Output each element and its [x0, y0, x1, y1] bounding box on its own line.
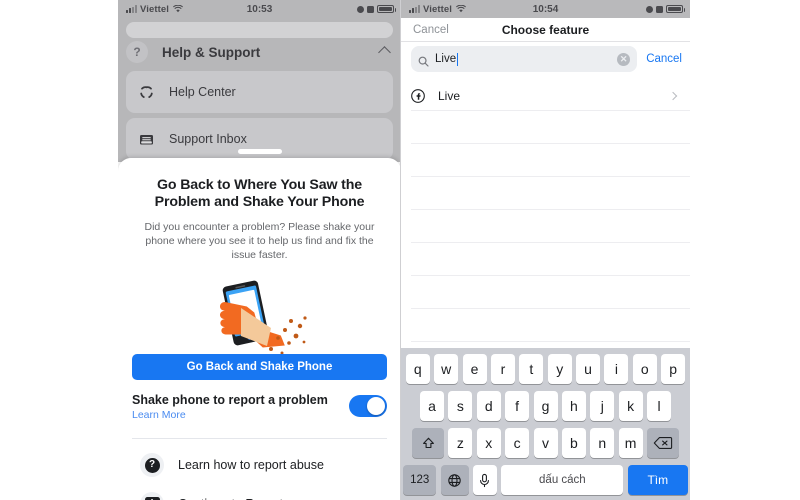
key-v[interactable]: v	[533, 428, 558, 458]
help-center-card[interactable]: Help Center	[126, 71, 393, 113]
question-mark-icon: ?	[140, 453, 164, 477]
continue-to-report-row[interactable]: ! Continue to Report	[140, 490, 387, 500]
help-and-support-label: Help & Support	[162, 44, 261, 60]
result-label: Live	[438, 89, 461, 103]
screenshot-root: Viettel 10:53 ? Help & Support Help Cent…	[0, 0, 800, 500]
battery-icon	[377, 5, 396, 13]
learn-how-to-report-abuse-label: Learn how to report abuse	[178, 458, 324, 472]
search-input[interactable]: Live ✕	[411, 46, 638, 72]
list-separator	[411, 176, 690, 177]
battery-icon	[666, 5, 685, 13]
exclamation-mark-icon: !	[140, 492, 164, 500]
key-m[interactable]: m	[618, 428, 643, 458]
search-cancel-button[interactable]: Cancel	[646, 53, 682, 65]
chevron-right-icon	[668, 91, 678, 101]
drag-handle-icon[interactable]	[237, 149, 282, 154]
list-separator	[411, 341, 690, 342]
shake-to-report-sheet: Go Back to Where You Saw the Problem and…	[118, 149, 401, 500]
key-z[interactable]: z	[448, 428, 473, 458]
key-k[interactable]: k	[618, 391, 643, 421]
numbers-key[interactable]: 123	[403, 465, 437, 495]
backspace-icon[interactable]	[647, 428, 679, 458]
inbox-icon	[138, 131, 155, 148]
globe-icon[interactable]	[440, 465, 469, 495]
key-c[interactable]: c	[505, 428, 530, 458]
list-separator	[411, 110, 690, 111]
shake-toggle-texts: Shake phone to report a problem Learn Mo…	[132, 392, 328, 421]
dimmed-background-screen: Viettel 10:53 ? Help & Support Help Cent…	[118, 0, 401, 162]
left-phone-screen: Viettel 10:53 ? Help & Support Help Cent…	[118, 0, 401, 500]
help-center-icon	[138, 84, 155, 101]
microphone-icon[interactable]	[472, 465, 497, 495]
search-icon	[418, 54, 429, 67]
key-u[interactable]: u	[576, 354, 601, 384]
result-row-live[interactable]: Live	[401, 82, 690, 110]
shake-toggle-row: Shake phone to report a problem Learn Mo…	[132, 392, 387, 430]
list-separator	[411, 209, 690, 210]
key-o[interactable]: o	[632, 354, 657, 384]
search-bar: Live ✕ Cancel	[411, 46, 682, 72]
right-phone-screen: Viettel 10:54 Cancel Choose feature Live…	[400, 0, 690, 500]
search-submit-key[interactable]: Tìm	[627, 465, 688, 495]
key-y[interactable]: y	[547, 354, 572, 384]
go-back-and-shake-phone-button[interactable]: Go Back and Shake Phone	[132, 354, 387, 380]
key-j[interactable]: j	[590, 391, 615, 421]
on-screen-keyboard: q w e r t y u i o p a s d f g h j k l z …	[401, 348, 690, 500]
key-h[interactable]: h	[561, 391, 586, 421]
key-x[interactable]: x	[476, 428, 501, 458]
key-i[interactable]: i	[604, 354, 629, 384]
key-b[interactable]: b	[561, 428, 586, 458]
sheet-subtitle: Did you encounter a problem? Please shak…	[144, 221, 375, 261]
key-d[interactable]: d	[476, 391, 501, 421]
clock-label: 10:54	[532, 3, 559, 15]
clock-label: 10:53	[246, 3, 273, 15]
cta-label: Go Back and Shake Phone	[186, 361, 333, 373]
learn-how-to-report-abuse-row[interactable]: ? Learn how to report abuse	[140, 451, 387, 479]
keyboard-row-4: 123 dấu cách Tìm	[401, 465, 690, 495]
clear-circle-icon[interactable]: ✕	[617, 52, 631, 66]
help-center-label: Help Center	[169, 85, 236, 99]
choose-feature-navbar: Cancel Choose feature	[401, 18, 690, 42]
question-mark-circle-icon: ?	[126, 41, 148, 63]
shake-toggle-label: Shake phone to report a problem	[132, 393, 328, 407]
keyboard-row-2: a s d f g h j k l	[401, 391, 690, 421]
hand-shaking-phone-illustration	[219, 280, 307, 355]
key-n[interactable]: n	[590, 428, 615, 458]
key-e[interactable]: e	[462, 354, 487, 384]
keyboard-row-3: z x c v b n m	[401, 428, 690, 458]
key-t[interactable]: t	[519, 354, 544, 384]
search-value: Live	[435, 53, 457, 65]
list-separator	[411, 143, 690, 144]
key-a[interactable]: a	[420, 391, 444, 421]
key-g[interactable]: g	[533, 391, 558, 421]
divider	[132, 438, 387, 439]
help-and-support-header[interactable]: ? Help & Support	[126, 36, 393, 68]
key-s[interactable]: s	[448, 391, 473, 421]
list-separator	[411, 275, 690, 276]
left-status-bar: Viettel 10:53	[118, 0, 401, 18]
learn-more-link[interactable]: Learn More	[132, 409, 328, 421]
key-r[interactable]: r	[490, 354, 515, 384]
list-separator	[411, 308, 690, 309]
key-q[interactable]: q	[405, 354, 430, 384]
key-l[interactable]: l	[647, 391, 671, 421]
key-w[interactable]: w	[434, 354, 459, 384]
facebook-icon	[411, 89, 425, 103]
key-p[interactable]: p	[661, 354, 686, 384]
key-f[interactable]: f	[505, 391, 530, 421]
space-key[interactable]: dấu cách	[501, 465, 624, 495]
text-caret	[456, 52, 458, 66]
shake-toggle-switch[interactable]	[349, 395, 387, 417]
navbar-title: Choose feature	[501, 22, 590, 37]
chevron-up-icon[interactable]	[378, 45, 391, 59]
list-separator	[411, 242, 690, 243]
right-status-bar: Viettel 10:54	[401, 0, 690, 18]
keyboard-row-1: q w e r t y u i o p	[401, 354, 690, 384]
sheet-title: Go Back to Where You Saw the Problem and…	[154, 177, 365, 210]
support-inbox-label: Support Inbox	[169, 132, 247, 146]
shift-icon[interactable]	[412, 428, 444, 458]
